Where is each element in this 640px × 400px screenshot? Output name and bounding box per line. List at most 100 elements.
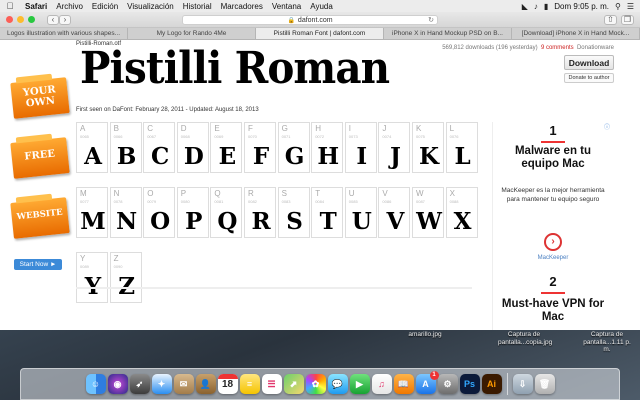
forward-button[interactable]: › <box>59 14 71 25</box>
glyph-sample: J <box>389 143 401 170</box>
menu-archivo[interactable]: Archivo <box>56 2 83 11</box>
tab-iphone-mockup[interactable]: iPhone X in Hand Mockup PSD on B... <box>384 28 512 39</box>
desktop-file-captura-copia[interactable]: Captura de pantalla...copia.jpg <box>498 331 552 346</box>
volume-icon[interactable]: ♪ <box>534 2 538 11</box>
tab-logos[interactable]: Logos illustration with various shapes..… <box>0 28 128 39</box>
start-now-button[interactable]: Start Now ► <box>14 259 62 270</box>
maps-icon[interactable]: ⬈ <box>283 374 304 394</box>
menu-list-icon[interactable]: ☰ <box>627 2 634 11</box>
glyph-label: R <box>248 189 254 198</box>
glyph-sample: B <box>116 143 137 170</box>
glyph-code: 0076 <box>449 134 459 139</box>
first-seen-text: First seen on DaFont: February 28, 2011 … <box>76 107 259 113</box>
minimize-window-button[interactable] <box>17 16 24 23</box>
glyph-sample: K <box>419 143 439 170</box>
ad-headline-1[interactable]: Malware en tu equipo Mac <box>497 145 609 170</box>
facetime-icon[interactable]: ▶ <box>349 374 370 394</box>
app-store-icon[interactable]: A1 <box>415 371 439 394</box>
battery-icon[interactable]: ▮ <box>544 2 548 11</box>
glyph-sample: I <box>356 143 368 170</box>
glyph-cell: N 0078 N <box>109 187 142 238</box>
glyph-code: 0068 <box>180 134 190 139</box>
promo-website[interactable]: WEBSITE <box>10 193 70 239</box>
promo-free[interactable]: FREE <box>10 133 70 179</box>
tab-my-logo[interactable]: My Logo for Rando 4Me <box>128 28 256 39</box>
ad-rule <box>541 141 565 143</box>
glyph-code: 0073 <box>348 134 358 139</box>
glyph-sample: M <box>80 208 106 235</box>
calendar-icon[interactable]: 18 <box>217 374 238 394</box>
menu-bar:  Safari Archivo Edición Visualización H… <box>0 0 640 12</box>
ad-rule <box>541 292 565 294</box>
mail-icon[interactable]: ✉ <box>173 374 194 394</box>
glyph-label: X <box>449 189 455 198</box>
siri-icon[interactable]: ◉ <box>107 374 128 394</box>
comments-link[interactable]: 9 comments <box>541 45 574 51</box>
chevron-right-icon[interactable]: › <box>544 233 562 251</box>
apple-icon[interactable]:  <box>4 1 16 11</box>
notes-icon[interactable]: ≡ <box>239 374 260 394</box>
reload-icon[interactable]: ↻ <box>428 16 434 24</box>
back-button[interactable]: ‹ <box>47 14 59 25</box>
ad-number-2: 2 <box>549 274 557 289</box>
glyph-label: U <box>348 189 355 198</box>
glyph-sample: N <box>116 208 138 235</box>
glyph-label: T <box>315 189 321 198</box>
download-button[interactable]: Download <box>564 55 614 70</box>
ad-brand[interactable]: MacKeeper <box>493 255 613 261</box>
photoshop-icon[interactable]: Ps <box>459 374 480 394</box>
glyph-code: 0075 <box>416 134 425 139</box>
menu-ventana[interactable]: Ventana <box>272 2 301 11</box>
wifi-icon[interactable]: ◣ <box>522 2 528 11</box>
downloads-icon[interactable]: ⇩ <box>512 374 533 394</box>
glyph-label: O <box>147 189 154 198</box>
ad-headline-2[interactable]: Must-have VPN for Mac <box>497 298 609 323</box>
tab-pistilli-roman[interactable]: Pistilli Roman Font | dafont.com <box>256 28 384 39</box>
zoom-window-button[interactable] <box>28 16 35 23</box>
close-window-button[interactable] <box>6 16 13 23</box>
glyph-cell: H 0072 H <box>311 122 344 173</box>
glyph-code: 0084 <box>315 199 325 204</box>
promo-your-own[interactable]: YOUR OWN <box>10 73 70 119</box>
glyph-code: 0081 <box>214 199 224 204</box>
safari-icon[interactable]: ✦ <box>151 374 172 394</box>
photos-icon[interactable]: ✿ <box>305 374 326 394</box>
share-button[interactable]: ⇧ <box>604 15 617 25</box>
browser-toolbar: ‹ › 🔒 dafont.com ↻ ⇧ ❐ <box>0 12 640 28</box>
messages-icon[interactable]: 💬 <box>327 374 348 394</box>
reminders-icon[interactable]: ☰ <box>261 374 282 394</box>
tab-download-mockup[interactable]: [Download] iPhone X in Hand Mock... <box>512 28 640 39</box>
ibooks-icon[interactable]: 📖 <box>393 374 414 394</box>
glyph-code: 0071 <box>281 134 291 139</box>
glyph-label: P <box>180 189 187 198</box>
promo-free-label: FREE <box>23 148 56 163</box>
address-bar[interactable]: 🔒 dafont.com ↻ <box>182 15 438 25</box>
preferences-icon[interactable]: ⚙ <box>437 374 458 394</box>
menu-app[interactable]: Safari <box>25 2 47 11</box>
contacts-icon[interactable]: 👤 <box>195 374 216 394</box>
trash-icon[interactable]: 🗑 <box>534 374 555 394</box>
web-page: YOUR OWN FREE WEBSITE Start Now ► Pistil… <box>0 40 640 330</box>
window-controls <box>6 16 35 23</box>
menu-historial[interactable]: Historial <box>183 2 212 11</box>
menu-ayuda[interactable]: Ayuda <box>310 2 333 11</box>
glyph-cell: A 0065 A <box>76 122 108 173</box>
donate-button[interactable]: Donate to author <box>564 73 614 83</box>
menu-visualizacion[interactable]: Visualización <box>127 2 174 11</box>
desktop-file-captura[interactable]: Captura de pantalla...1.11 p. m. <box>582 331 632 354</box>
menu-edicion[interactable]: Edición <box>92 2 118 11</box>
glyph-code: 0077 <box>80 199 89 204</box>
launchpad-icon[interactable]: ➶ <box>129 374 150 394</box>
search-icon[interactable]: ⚲ <box>615 2 621 11</box>
glyph-code: 0083 <box>281 199 291 204</box>
menu-marcadores[interactable]: Marcadores <box>221 2 263 11</box>
glyph-cell: X 0088 X <box>445 187 478 238</box>
tabs-overview-button[interactable]: ❐ <box>621 15 634 25</box>
desktop-file-amarillo[interactable]: amarillo.jpg <box>402 331 448 339</box>
finder-icon[interactable]: ☺ <box>85 374 106 394</box>
itunes-icon[interactable]: ♫ <box>371 374 392 394</box>
illustrator-icon[interactable]: Ai <box>481 374 502 394</box>
glyph-cell: T 0084 T <box>311 187 344 238</box>
glyph-code: 0080 <box>180 199 190 204</box>
clock[interactable]: Dom 9:05 p. m. <box>554 2 609 11</box>
